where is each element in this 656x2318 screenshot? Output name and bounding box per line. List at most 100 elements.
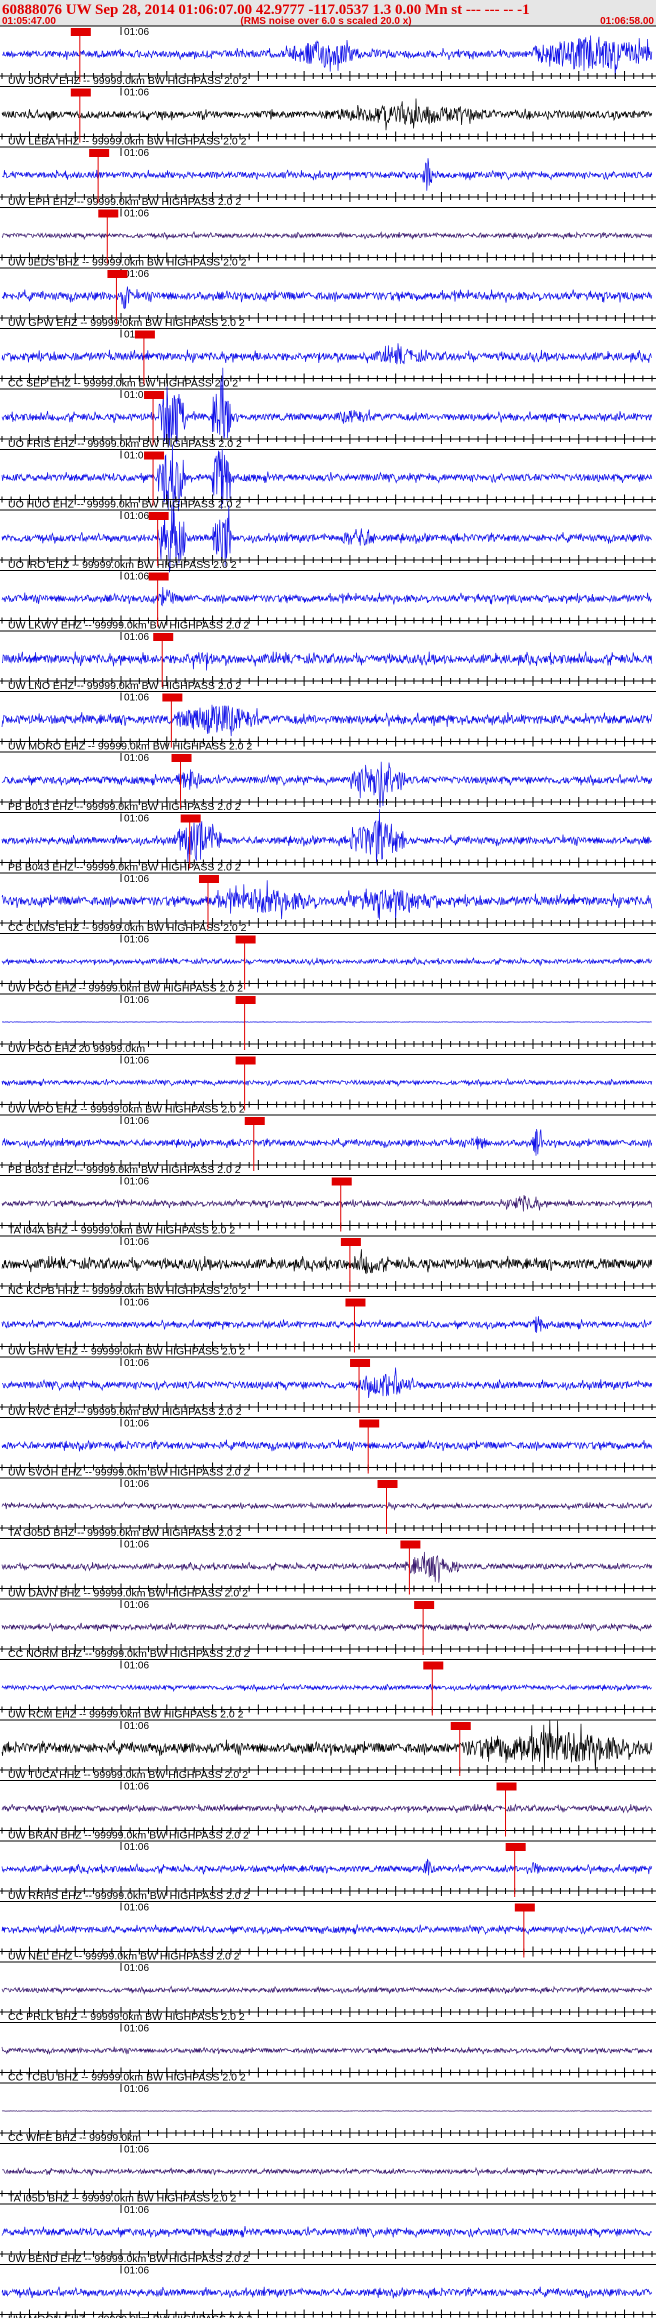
waveform	[1, 444, 653, 534]
waveform	[1, 2286, 653, 2299]
trace-row: 01:06 UW RRHS EHZ -- 99999.0km BW HIGHPAS…	[0, 1840, 656, 1902]
trace-row: 01:06 UW JORV EHZ -- 99999.0km BW HIGHPAS…	[0, 25, 656, 87]
trace-row: 01:06 UW LEBA HHZ -- 99999.0km BW HIGHPAS…	[0, 86, 656, 148]
waveform	[1, 1803, 653, 1814]
pick-flag	[331, 1177, 352, 1186]
station-label: PB B043 EHZ -- 99999.0km BW HIGHPASS 2.0…	[8, 862, 241, 874]
minute-tick-label: 01:06	[124, 632, 149, 643]
waveform	[1, 2045, 653, 2056]
plot-subtitle: (RMS noise over 6.0 s scaled 20.0 x)	[240, 16, 411, 27]
trace-row: 01:06 UW SVOH EHZ -- 99999.0km BW HIGHPAS…	[0, 1417, 656, 1479]
minute-tick-label: 01:06	[124, 88, 149, 99]
minute-tick-label: 01:06	[124, 2266, 149, 2277]
pick-flag	[496, 1782, 517, 1791]
start-time: 01:05:47.00	[2, 16, 56, 27]
waveform	[1, 586, 652, 607]
station-label: UO HUO EHZ -- 99999.0km BW HIGHPASS 2.0 …	[8, 499, 241, 511]
pick-flag	[450, 1722, 471, 1730]
station-label: UW LEBA HHZ -- 99999.0km BW HIGHPASS 2.0…	[8, 136, 247, 148]
minute-tick-label: 01:06	[124, 2145, 149, 2156]
waveform	[1, 1195, 653, 1212]
trace-row: 01:06 TA I05D BHZ -- 99999.0km BW HIGHPAS…	[0, 2143, 656, 2205]
trace-row: 01:06 UW PGO EHZ 20 99999.0km	[0, 993, 656, 1055]
trace-row: 01:06 UW EPH EHZ -- 99999.0km BW HIGHPASS…	[0, 146, 656, 208]
minute-tick-label: 01:06	[124, 148, 149, 159]
minute-tick-label: 01:06	[124, 1661, 149, 1672]
station-label: UW GHW EHZ -- 99999.0km BW HIGHPASS 2.0 …	[8, 1346, 245, 1358]
trace-row: 01:06 UW RCM EHZ -- 99999.0km BW HIGHPASS…	[0, 1659, 656, 1721]
pick-flag	[359, 1419, 380, 1428]
waveform	[1, 2110, 652, 2112]
trace-row: 01:06 NC KCPB HHZ -- 99999.0km BW HIGHPAS…	[0, 1235, 656, 1297]
waveform	[2, 1367, 653, 1398]
minute-tick-label: 01:06	[124, 2024, 149, 2035]
minute-tick-label: 01:06	[124, 511, 149, 522]
pick-flag	[505, 1843, 526, 1851]
pick-flag	[235, 935, 256, 944]
minute-tick-label: 01:06	[124, 1600, 149, 1611]
station-label: UO FRIS EHZ -- 99999.0km BW HIGHPASS 2.0…	[8, 438, 242, 450]
minute-tick-label: 01:06	[124, 572, 149, 583]
trace-row: 01:06 TA G05D BHZ -- 99999.0km BW HIGHPAS…	[0, 1477, 656, 1539]
minute-tick-label: 01:06	[124, 874, 149, 885]
station-label: UW BRAN BHZ -- 99999.0km BW HIGHPASS 2.0…	[8, 1830, 249, 1842]
station-label: CC NORM BHZ -- 99999.0km BW HIGHPASS 2.0…	[8, 1648, 250, 1660]
minute-tick-label: 01:06	[124, 1298, 149, 1309]
trace-row: 01:06 UW LKWY EHZ -- 99999.0km BW HIGHPAS…	[0, 570, 656, 632]
waveform	[1, 2225, 653, 2239]
station-label: UW LNO EHZ -- 99999.0km BW HIGHPASS 2.0 …	[8, 680, 241, 692]
waveform	[1, 1985, 653, 1995]
pick-flag	[198, 875, 219, 883]
station-label: UW GPW EHZ -- 99999.0km BW HIGHPASS 2.0 …	[8, 317, 245, 329]
minute-tick-label: 01:06	[124, 814, 149, 825]
trace-row: 01:06 UW BEND EHZ -- 99999.0km BW HIGHPAS…	[0, 2203, 656, 2265]
waveform	[1, 1128, 653, 1156]
minute-tick-label: 01:06	[124, 269, 149, 280]
station-label: TA G05D BHZ -- 99999.0km BW HIGHPASS 2.0…	[8, 1527, 242, 1539]
waveform	[1, 286, 653, 310]
station-label: UW MORO EHZ -- 99999.0km BW HIGHPASS 2.0…	[8, 741, 252, 753]
pick-flag	[350, 1359, 371, 1367]
waveform	[2, 2166, 653, 2177]
trace-row: 01:06 UW GHW EHZ -- 99999.0km BW HIGHPASS…	[0, 1296, 656, 1358]
pick-flag	[423, 1661, 444, 1670]
station-label: UW JORV EHZ -- 99999.0km BW HIGHPASS 2.0…	[8, 75, 248, 87]
waveform	[1, 1249, 653, 1275]
minute-tick-label: 01:06	[124, 27, 149, 38]
station-label: UW NEL EHZ -- 99999.0km BW HIGHPASS 2.0 …	[8, 1951, 240, 1963]
station-label: PB B031 EHZ -- 99999.0km BW HIGHPASS 2.0…	[8, 1164, 241, 1176]
pick-flag	[70, 28, 91, 36]
waveform	[1, 956, 653, 967]
waveform	[1, 1720, 653, 1772]
trace-row: 01:06 CC WIFE BHZ -- 99999.0km	[0, 2082, 656, 2144]
waveform	[1, 158, 653, 191]
pick-flag	[180, 814, 201, 823]
trace-row: 01:06 PB B031 EHZ -- 99999.0km BW HIGHPAS…	[0, 1114, 656, 1176]
pick-flag	[148, 512, 169, 520]
pick-flag	[107, 270, 128, 278]
minute-tick-label: 01:06	[124, 1237, 149, 1248]
station-label: UW LKWY EHZ -- 99999.0km BW HIGHPASS 2.0…	[8, 620, 249, 632]
waveform	[1, 704, 653, 737]
waveform	[1, 880, 653, 922]
minute-tick-label: 01:06	[124, 1358, 149, 1369]
pick-flag	[162, 693, 183, 702]
trace-row: 01:06 UW GPW EHZ -- 99999.0km BW HIGHPASS…	[0, 267, 656, 329]
trace-row: 01:06 UW DAVN BHZ -- 99999.0km BW HIGHPAS…	[0, 1538, 656, 1600]
trace-row: 01:06 CC TCBU BHZ -- 99999.0km BW HIGHPAS…	[0, 2022, 656, 2084]
station-label: CC PRLK BHZ -- 99999.0km BW HIGHPASS 2.0…	[8, 2011, 245, 2023]
waveform	[2, 1021, 652, 1023]
minute-tick-label: 01:06	[124, 1721, 149, 1732]
station-label: UW JEDS BHZ -- 99999.0km BW HIGHPASS 2.0…	[8, 257, 247, 269]
trace-row: 01:06 TA I04A BHZ -- 99999.0km BW HIGHPAS…	[0, 1175, 656, 1237]
waveform	[1, 343, 653, 365]
minute-tick-label: 01:06	[124, 1056, 149, 1067]
pick-flag	[89, 149, 110, 157]
station-label: CC SEP EHZ -- 99999.0km BW HIGHPASS 2.0 …	[8, 378, 238, 390]
minute-tick-label: 01:06	[124, 1479, 149, 1490]
waveform	[1, 1501, 653, 1511]
waveform	[1, 809, 652, 864]
trace-row: 01:06 CC PRLK BHZ -- 99999.0km BW HIGHPAS…	[0, 1961, 656, 2023]
station-label: UW PGO EHZ 20 99999.0km	[8, 1043, 145, 1055]
minute-tick-label: 01:06	[124, 1419, 149, 1430]
